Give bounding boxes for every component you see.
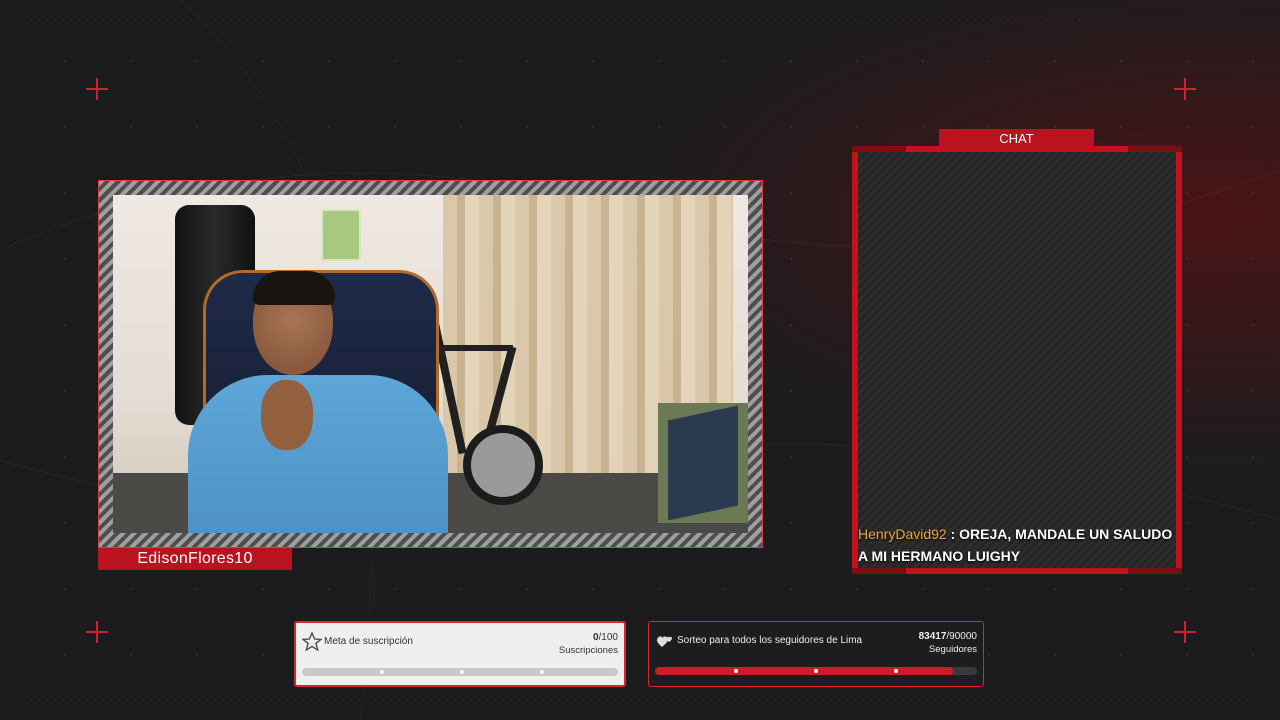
chat-corner-tr (1128, 146, 1182, 152)
progress-tick (814, 669, 818, 673)
progress-tick (460, 670, 464, 674)
hearts-icon (655, 631, 675, 651)
subscription-progress-bar (302, 668, 618, 676)
chat-corner-bl (852, 568, 906, 574)
follower-goal-unit: Seguidores (928, 644, 977, 655)
subscription-goal-count: 0/100 Suscripciones (559, 631, 618, 657)
wall-picture (321, 209, 361, 261)
follower-progress-fill (655, 667, 954, 675)
chat-corner-br (1128, 568, 1182, 574)
progress-tick (380, 670, 384, 674)
webcam-frame (98, 180, 763, 548)
webcam-feed (113, 195, 748, 533)
subscription-goal-title: Meta de suscripción (324, 636, 413, 647)
progress-tick (894, 669, 898, 673)
chat-separator: : (946, 526, 960, 542)
chat-panel-border (852, 146, 1182, 574)
star-medal-icon (301, 631, 323, 652)
progress-tick (734, 669, 738, 673)
follower-goal-title: Sorteo para todos los seguidores de Lima (677, 635, 863, 646)
crosshair-top-right-icon (1174, 78, 1196, 100)
chat-username: HenryDavid92 (858, 526, 947, 542)
subscription-goal-widget: Meta de suscripción 0/100 Suscripciones (294, 621, 626, 687)
follower-goal-widget: Sorteo para todos los seguidores de Lima… (648, 621, 984, 687)
subscription-goal-unit: Suscripciones (558, 645, 618, 656)
crosshair-top-left-icon (86, 78, 108, 100)
streamer-name-tag: EdisonFlores10 (98, 548, 292, 570)
streamer-body (188, 375, 448, 533)
follower-goal-current: 83417 (918, 631, 947, 642)
chat-corner-tl (852, 146, 906, 152)
crosshair-bottom-right-icon (1174, 621, 1196, 643)
follower-goal-target: /90000 (946, 631, 977, 642)
chat-tab: CHAT (939, 129, 1094, 147)
monitor (668, 405, 738, 521)
crosshair-bottom-left-icon (86, 621, 108, 643)
follower-progress-bar (655, 667, 977, 675)
chat-message: HenryDavid92 : OREJA, MANDALE UN SALUDO … (858, 523, 1178, 567)
progress-tick (540, 670, 544, 674)
follower-goal-count: 83417/90000 Seguidores (919, 630, 977, 656)
subscription-goal-target: /100 (598, 632, 618, 643)
